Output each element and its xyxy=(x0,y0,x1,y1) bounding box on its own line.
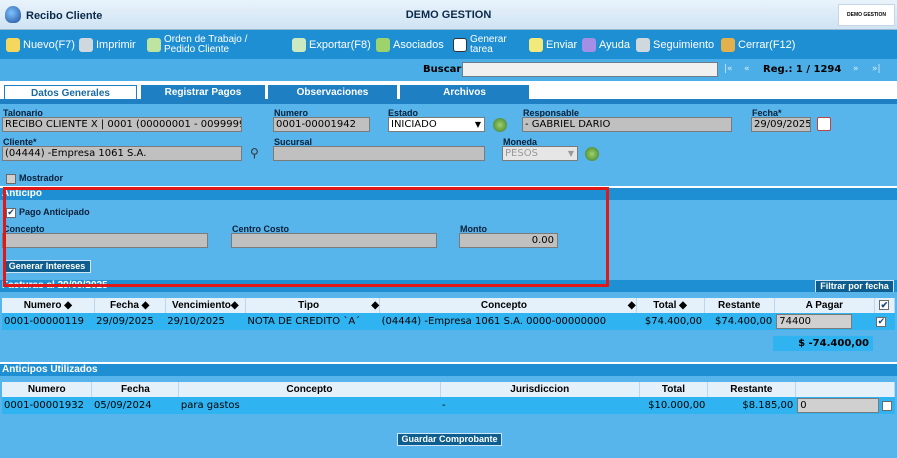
cell-numero: 0001-00000119 xyxy=(4,316,84,327)
sucursal-field[interactable] xyxy=(273,146,485,161)
col-concepto: Concepto xyxy=(178,382,441,397)
highlight-box xyxy=(3,187,609,287)
moneda-action-icon[interactable] xyxy=(585,147,599,161)
tracking-icon xyxy=(636,37,650,52)
search-bar: Buscar |« « Reg.: 1 / 1294 » »| xyxy=(0,59,897,81)
col-total: Total xyxy=(639,382,708,397)
chevron-down-icon: ▼ xyxy=(474,120,481,129)
tracking-button[interactable]: Seguimiento xyxy=(636,30,714,59)
cell-jurisdiccion: - xyxy=(442,400,446,411)
cell-restante: $8.185,00 xyxy=(742,400,794,411)
col-numero: Numero xyxy=(2,382,93,397)
cell-concepto: para gastos xyxy=(180,400,240,411)
cell-restante: $74.400,00 xyxy=(714,316,773,327)
anticipos-table: Numero Fecha Concepto Jurisdiccion Total… xyxy=(2,382,896,414)
help-icon xyxy=(582,37,596,52)
chevron-down-icon: ▼ xyxy=(567,149,574,158)
cell-input: 0 xyxy=(795,397,894,414)
col-total[interactable]: Total ◆ xyxy=(636,298,705,313)
col-fecha: Fecha xyxy=(91,382,180,397)
help-button[interactable]: Ayuda xyxy=(582,30,630,59)
printer-icon xyxy=(79,37,93,52)
send-button[interactable]: Enviar xyxy=(529,30,577,59)
table-row[interactable]: 0001-00000119 29/09/2025 29/10/2025 NOTA… xyxy=(2,313,895,330)
associates-icon xyxy=(376,37,390,52)
col-restante: Restante xyxy=(707,382,796,397)
toolbar: Nuevo(F7) Imprimir Orden de Trabajo / Ped… xyxy=(0,30,897,59)
moneda-select[interactable]: PESOS ▼ xyxy=(502,146,578,161)
estado-select[interactable]: INICIADO ▼ xyxy=(388,117,485,132)
search-label: Buscar xyxy=(423,64,462,75)
export-button[interactable]: Exportar(F8) xyxy=(292,30,371,59)
calendar-icon[interactable] xyxy=(817,117,831,131)
mostrador-label: Mostrador xyxy=(19,173,64,183)
task-icon xyxy=(453,37,467,52)
send-icon xyxy=(529,37,543,52)
anticipo-row-checkbox[interactable] xyxy=(882,400,893,411)
facturas-table: Numero ◆ Fecha ◆ Vencimiento◆ Tipo ◆ Con… xyxy=(2,298,896,330)
col-fecha[interactable]: Fecha ◆ xyxy=(94,298,166,313)
guardar-comprobante-button[interactable]: Guardar Comprobante xyxy=(397,433,502,446)
record-counter: Reg.: 1 / 1294 xyxy=(763,64,842,75)
work-order-button[interactable]: Orden de Trabajo / Pedido Cliente xyxy=(147,30,247,59)
numero-field[interactable]: 0001-00001942 xyxy=(273,117,370,132)
new-button[interactable]: Nuevo(F7) xyxy=(6,30,75,59)
company-logo: DEMO GESTION xyxy=(838,4,895,26)
company-title: DEMO GESTION xyxy=(405,9,492,21)
table-row[interactable]: 0001-00001932 05/09/2024 para gastos - $… xyxy=(2,397,895,414)
col-input xyxy=(795,382,896,397)
export-icon xyxy=(292,37,306,52)
close-icon xyxy=(721,37,735,52)
cell-total: $10.000,00 xyxy=(648,400,706,411)
associates-button[interactable]: Asociados xyxy=(376,30,444,59)
col-vencimiento[interactable]: Vencimiento◆ xyxy=(165,298,246,313)
col-restante: Restante xyxy=(704,298,775,313)
general-form: Talonario RECIBO CLIENTE X | 0001 (00000… xyxy=(0,104,897,186)
col-a-pagar: A Pagar xyxy=(774,298,875,313)
last-record-button[interactable]: »| xyxy=(872,64,881,74)
print-button[interactable]: Imprimir xyxy=(79,30,136,59)
anticipos-utilizados-header: Anticipos Utilizados xyxy=(0,364,897,376)
cell-fecha: 05/09/2024 xyxy=(93,400,152,411)
select-all-checkbox[interactable]: ✔ xyxy=(879,300,890,310)
cell-vencimiento: 29/10/2025 xyxy=(167,316,225,327)
search-icon[interactable]: ⚲ xyxy=(250,146,259,160)
fecha-field[interactable]: 29/09/2025 xyxy=(751,117,811,132)
col-jurisdiccion: Jurisdiccion xyxy=(440,382,640,397)
col-numero[interactable]: Numero ◆ xyxy=(2,298,95,313)
work-order-icon xyxy=(147,37,161,52)
cliente-field[interactable]: (04444) -Empresa 1061 S.A. xyxy=(2,146,242,161)
cell-a-pagar: 74400 xyxy=(774,313,874,330)
prev-record-button[interactable]: « xyxy=(744,64,750,74)
next-record-button[interactable]: » xyxy=(853,64,859,74)
row-checkbox[interactable]: ✔ xyxy=(876,317,887,327)
cell-total: $74.400,00 xyxy=(644,316,703,327)
title-bar: Recibo Cliente DEMO GESTION DEMO GESTION xyxy=(0,0,897,30)
col-select-all[interactable]: ✔ xyxy=(874,298,896,313)
generate-task-button[interactable]: Generar tarea xyxy=(453,30,507,59)
total-a-pagar: $ -74.400,00 xyxy=(773,336,873,351)
a-pagar-input[interactable]: 74400 xyxy=(776,314,853,329)
col-concepto[interactable]: Concepto ◆ xyxy=(379,298,637,313)
col-tipo[interactable]: Tipo ◆ xyxy=(245,298,381,313)
mostrador-checkbox[interactable] xyxy=(6,174,16,184)
cell-select: ✔ xyxy=(874,313,894,330)
new-icon xyxy=(6,37,20,52)
cell-numero: 0001-00001932 xyxy=(4,400,84,411)
search-input[interactable] xyxy=(462,62,718,77)
responsable-field[interactable]: - GABRIEL DARIO xyxy=(522,117,732,132)
talonario-field[interactable]: RECIBO CLIENTE X | 0001 (00000001 - 0099… xyxy=(2,117,242,132)
close-button[interactable]: Cerrar(F12) xyxy=(721,30,795,59)
anticipo-amount-input[interactable]: 0 xyxy=(797,398,880,413)
cell-tipo: NOTA DE CREDITO `A´ xyxy=(247,316,361,327)
cell-concepto: (04444) -Empresa 1061 S.A. 0000-00000000 xyxy=(381,316,607,327)
cell-fecha: 29/09/2025 xyxy=(96,316,154,327)
first-record-button[interactable]: |« xyxy=(724,64,733,74)
estado-action-icon[interactable] xyxy=(493,118,507,132)
